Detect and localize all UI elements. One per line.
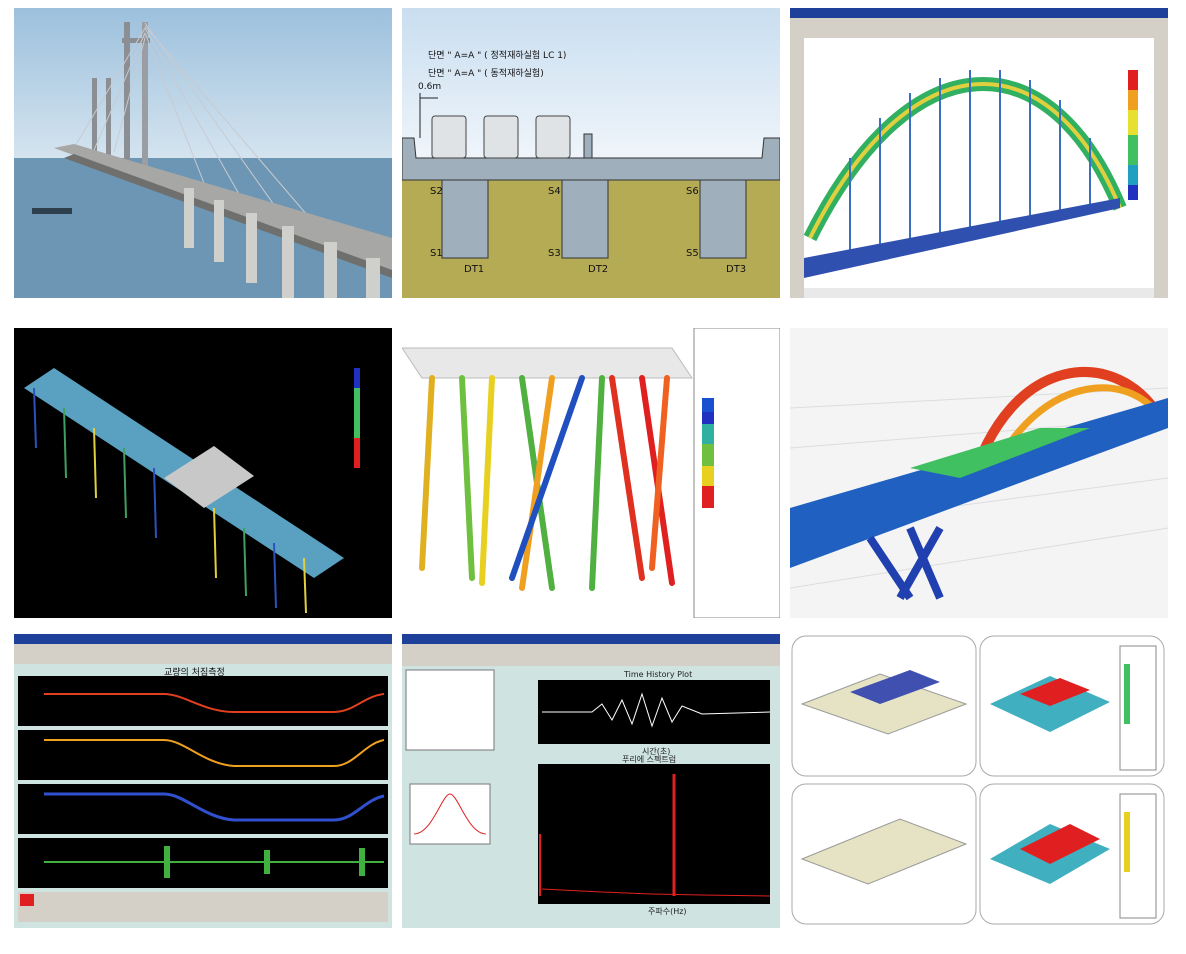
deflection-monitoring-software: 교량의 처짐측정 <box>14 634 392 928</box>
sensor-s4: S4 <box>548 186 561 197</box>
monitor-title: 교량의 처짐측정 <box>164 668 225 678</box>
dimension-label: 0.6m <box>418 82 442 92</box>
sensor-s3: S3 <box>548 248 561 259</box>
sensor-s1: S1 <box>430 248 443 259</box>
pile-group-model-black <box>14 328 392 618</box>
cable-stayed-bridge-photo <box>14 8 392 298</box>
static-load-label: 단면 " A=A " ( 정적재하실험 LC 1) <box>428 51 567 61</box>
arch-bridge-fe-model-screenshot <box>790 8 1168 298</box>
sensor-s5: S5 <box>686 248 699 259</box>
girder-model-grid <box>790 634 1168 928</box>
dt3-label: DT3 <box>726 264 747 275</box>
spectrum-analysis-software: Time History Plot 시간(초) 푸리에 스펙트럼 주파수(Hz) <box>402 634 780 928</box>
dynamic-load-label: 단면 " A=A " ( 동적재하실험) <box>428 69 544 79</box>
dt2-label: DT2 <box>588 264 609 275</box>
frequency-axis-label: 주파수(Hz) <box>648 907 687 916</box>
dt1-label: DT1 <box>464 264 485 275</box>
spectrum-title: 푸리에 스펙트럼 <box>622 755 677 764</box>
time-history-title: Time History Plot <box>624 670 693 679</box>
twin-arch-bridge-render <box>790 328 1168 618</box>
pile-stress-contour-model <box>402 328 780 618</box>
sensor-s6: S6 <box>686 186 699 197</box>
bridge-cross-section-diagram: 단면 " A=A " ( 정적재하실험 LC 1) 단면 " A=A " ( 동… <box>402 8 780 298</box>
sensor-s2: S2 <box>430 186 443 197</box>
